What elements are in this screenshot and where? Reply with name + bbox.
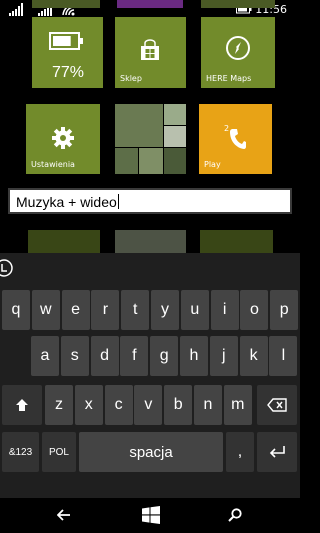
tile-partial[interactable] (117, 0, 183, 8)
tile-label: HERE Maps (206, 74, 252, 83)
keyboard-suggestion-bar (0, 253, 300, 284)
key-p[interactable]: p (270, 290, 299, 330)
phone-icon (230, 129, 246, 149)
photo-thumbnail (115, 104, 163, 147)
store-bag-icon (141, 39, 159, 60)
key-e[interactable]: e (61, 290, 90, 330)
key-h[interactable]: h (180, 336, 208, 376)
key-f[interactable]: f (120, 336, 149, 376)
tile-label: Play (204, 160, 221, 169)
windows-start-icon[interactable] (142, 506, 160, 524)
photo-thumbnail (164, 126, 186, 147)
enter-key[interactable] (257, 432, 297, 472)
key-a[interactable]: a (31, 336, 59, 376)
key-s[interactable]: s (60, 336, 89, 376)
shift-arrow-icon (16, 399, 28, 411)
key-r[interactable]: r (91, 290, 120, 330)
key-x[interactable]: x (74, 385, 103, 425)
key-c[interactable]: c (104, 385, 133, 425)
tile-phone[interactable]: 2 Play (199, 104, 272, 174)
back-arrow-icon[interactable] (57, 509, 71, 521)
tile-partial[interactable] (32, 0, 100, 8)
shift-key[interactable] (2, 385, 42, 425)
key-q[interactable]: q (2, 290, 30, 330)
key-i[interactable]: i (210, 290, 239, 330)
signal-strength-icon (9, 3, 23, 16)
key-u[interactable]: u (180, 290, 209, 330)
key-k[interactable]: k (239, 336, 268, 376)
key-m[interactable]: m (223, 385, 252, 425)
key-d[interactable]: d (90, 336, 119, 376)
key-b[interactable]: b (164, 385, 193, 425)
tile-settings[interactable]: Ustawienia (26, 104, 100, 174)
tile-partial[interactable] (200, 230, 273, 253)
backspace-icon (267, 398, 287, 412)
tile-maps[interactable]: HERE Maps (201, 17, 275, 88)
compass-icon (226, 36, 250, 60)
key-t[interactable]: t (121, 290, 150, 330)
key-g[interactable]: g (150, 336, 179, 376)
photo-thumbnail (139, 148, 163, 174)
search-input[interactable]: Muzyka + wideo (8, 188, 292, 214)
key-n[interactable]: n (194, 385, 222, 425)
space-key[interactable]: spacja (79, 432, 223, 472)
tile-store[interactable]: Sklep (115, 17, 186, 88)
search-icon[interactable] (228, 508, 242, 522)
gear-icon (52, 127, 74, 149)
tile-partial[interactable] (201, 0, 275, 8)
battery-icon (49, 32, 83, 50)
on-screen-keyboard: q w e r t y u i o p a s d f g h j k l z x c v b n m &123 POL spacja, (0, 253, 300, 498)
tile-partial[interactable] (115, 230, 186, 253)
navigation-bar (0, 498, 300, 533)
key-o[interactable]: o (240, 290, 269, 330)
backspace-key[interactable] (257, 385, 297, 425)
tile-label: Sklep (120, 74, 142, 83)
tile-photos[interactable] (115, 104, 186, 174)
key-l[interactable]: l (269, 336, 298, 376)
key-j[interactable]: j (209, 336, 238, 376)
photo-thumbnail (164, 148, 186, 174)
key-w[interactable]: w (31, 290, 60, 330)
enter-arrow-icon (269, 446, 285, 458)
tile-label: Ustawienia (31, 160, 75, 169)
key-z[interactable]: z (45, 385, 73, 425)
tile-battery[interactable]: 77% (32, 17, 103, 88)
numbers-key[interactable]: &123 (2, 432, 39, 472)
comma-key[interactable]: , (226, 432, 254, 472)
tile-partial[interactable] (28, 230, 100, 253)
search-input-value: Muzyka + wideo (16, 194, 117, 210)
photo-thumbnail (115, 148, 138, 174)
language-key[interactable]: POL (42, 432, 76, 472)
battery-percent: 77% (52, 64, 85, 81)
key-y[interactable]: y (151, 290, 179, 330)
text-caret (117, 194, 119, 209)
photo-thumbnail (164, 104, 186, 125)
key-v[interactable]: v (134, 385, 163, 425)
emoji-icon[interactable] (0, 258, 14, 278)
